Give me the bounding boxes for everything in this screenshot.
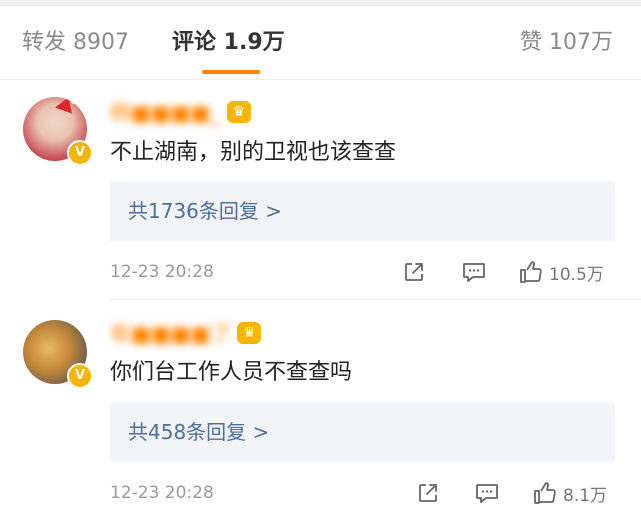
like-button[interactable]: 8.1万 xyxy=(532,478,607,508)
share-icon xyxy=(419,484,437,502)
reply-button[interactable] xyxy=(474,478,500,508)
like-button[interactable]: 10.5万 xyxy=(518,257,604,287)
comment-meta: 12-23 20:28 8.1万 xyxy=(0,478,641,508)
username-text[interactable]: 有■■■■了 xyxy=(110,318,231,348)
replies-button[interactable]: 共458条回复 > xyxy=(110,402,615,462)
replies-label[interactable]: 共1736条回复 > xyxy=(128,196,282,226)
username[interactable]: 有■■■■了 ♛ xyxy=(110,318,262,348)
comment-divider xyxy=(110,299,641,300)
username[interactable]: 杨■■■■_ ♛ xyxy=(110,97,251,127)
tab-comments[interactable]: 评论 1.9万 xyxy=(172,28,285,58)
santa-hat-pom xyxy=(71,98,77,104)
verified-icon: V xyxy=(67,140,93,166)
reply-icon xyxy=(463,263,485,282)
reply-icon xyxy=(476,484,498,503)
tab-bar: 转发 8907 评论 1.9万 赞 107万 xyxy=(0,6,641,80)
reply-button[interactable] xyxy=(461,257,487,287)
replies-button[interactable]: 共1736条回复 > xyxy=(110,181,615,241)
verified-icon: V xyxy=(67,363,93,389)
crown-icon: ♛ xyxy=(226,101,251,123)
timestamp: 12-23 20:28 xyxy=(110,262,214,282)
timestamp: 12-23 20:28 xyxy=(110,483,214,503)
crown-icon: ♛ xyxy=(237,322,262,344)
like-icon xyxy=(534,482,556,504)
comment-meta: 12-23 20:28 10.5万 xyxy=(0,257,641,287)
share-icon xyxy=(405,263,423,281)
share-button[interactable] xyxy=(402,257,426,287)
like-icon xyxy=(520,261,542,283)
like-count: 8.1万 xyxy=(563,485,608,506)
active-tab-indicator xyxy=(202,70,260,74)
share-button[interactable] xyxy=(416,478,440,508)
like-count: 10.5万 xyxy=(549,264,604,285)
comment-text: 不止湖南，别的卫视也该查查 xyxy=(110,140,397,165)
tab-likes[interactable]: 赞 107万 xyxy=(520,28,613,58)
tab-repost[interactable]: 转发 8907 xyxy=(22,28,129,58)
replies-label[interactable]: 共458条回复 > xyxy=(128,417,269,447)
username-text[interactable]: 杨■■■■_ xyxy=(110,97,221,127)
comment-item: V 杨■■■■_ ♛ 不止湖南，别的卫视也该查查 共1736条回复 > 12-2… xyxy=(0,80,641,300)
comment-item: V 有■■■■了 ♛ 你们台工作人员不查查吗 共458条回复 > 12-23 2… xyxy=(0,301,641,521)
comment-text: 你们台工作人员不查查吗 xyxy=(110,360,353,385)
